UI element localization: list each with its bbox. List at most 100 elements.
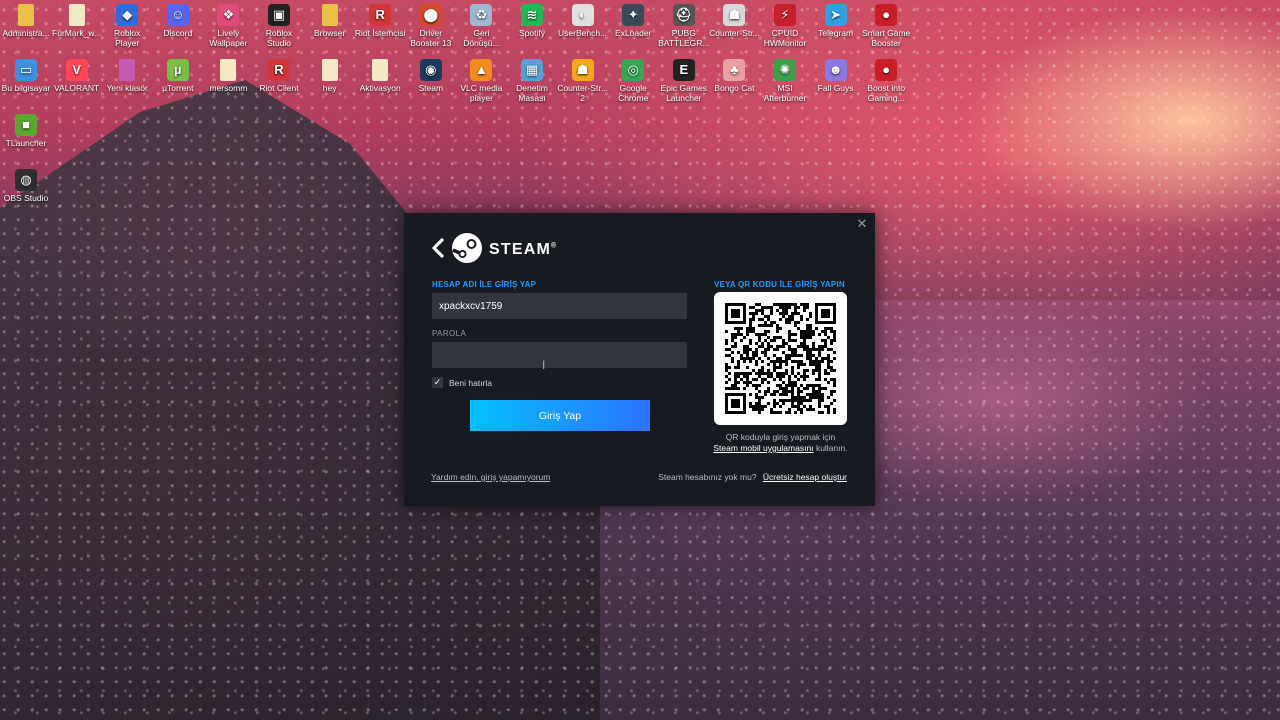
desktop-icon-roblox[interactable]: ◆ Roblox Player (101, 4, 153, 48)
desktop-icon-label: Browser (314, 28, 346, 38)
remember-me-label: Beni hatırla (449, 377, 492, 388)
desktop-icon-label: Yeni klasör (106, 83, 148, 93)
user-folder-icon (18, 4, 34, 26)
desktop-icon-label: Spotify (519, 28, 545, 38)
telegram-icon: ➤ (824, 4, 847, 26)
desktop-icon-steam[interactable]: ◉ Steam (405, 59, 457, 93)
desktop-icon-label: Bongo Cat (714, 83, 755, 93)
desktop-icon-game-booster[interactable]: ● Smart Game Booster (860, 4, 912, 48)
desktop-icon-label: Administra... (2, 28, 50, 38)
create-account-footer: Steam hesabınız yok mu? Ücretsiz hesap o… (658, 472, 847, 482)
desktop-icon-recycle-bin[interactable]: ♻ Geri Dönüşü... (455, 4, 507, 48)
exloader-icon: ✦ (622, 4, 645, 26)
roblox-studio-icon: ▣ (268, 4, 290, 26)
desktop-icon-file[interactable]: hey (304, 59, 356, 93)
desktop-icon-counter-strike[interactable]: ☗ Counter-Str... (708, 4, 760, 38)
password-label: PAROLA (432, 329, 467, 338)
desktop-icon-chrome[interactable]: ◎ Google Chrome (607, 59, 659, 103)
tlauncher-icon: ■ (15, 114, 37, 136)
desktop-icon-roblox-studio[interactable]: ▣ Roblox Studio (253, 4, 305, 48)
desktop-icon-label: Aktivasyon (359, 83, 401, 93)
desktop-icon-label: FurMark_w... (52, 28, 102, 38)
chrome-icon: ◎ (622, 59, 645, 81)
recycle-bin-icon: ♻ (470, 4, 493, 26)
desktop-icon-userbench[interactable]: ◐ UserBench... (557, 4, 609, 38)
desktop-icon-exloader[interactable]: ✦ ExLoader (607, 4, 659, 38)
counter-strike-2-icon: ☗ (571, 59, 594, 81)
desktop-icon-utorrent[interactable]: µ µTorrent (152, 59, 204, 93)
steam-icon: ◉ (419, 59, 442, 81)
desktop-icon-label: ExLoader (614, 28, 652, 38)
account-name-input[interactable] (432, 293, 687, 319)
desktop-icon-user-folder[interactable]: Administra... (0, 4, 52, 38)
desktop-icon-file[interactable]: Aktivasyon (354, 59, 406, 93)
desktop-icon-riot[interactable]: R Riot İstemcisi (354, 4, 406, 38)
steam-mobile-app-link[interactable]: Steam mobil uygulamasını (713, 443, 813, 453)
file-icon (220, 59, 237, 81)
desktop-icon-control-panel[interactable]: ▦ Denetim Masası (506, 59, 558, 103)
desktop-icon-file[interactable]: mersomm (202, 59, 254, 93)
desktop-icon-counter-strike-2[interactable]: ☗ Counter-Str... 2 (557, 59, 609, 103)
epic-games-icon: E (672, 59, 695, 81)
hwmonitor-icon: ⚡ (774, 4, 796, 26)
desktop-icon-label: Fall Guys (817, 83, 854, 93)
desktop-icon-label: Geri Dönüşü... (463, 28, 500, 48)
checkmark-icon[interactable]: ✓ (432, 377, 443, 388)
folder-icon (321, 4, 338, 26)
desktop-icon-folder[interactable]: Browser (304, 4, 356, 38)
desktop-icon-label: Steam (418, 83, 444, 93)
close-icon[interactable]: ✕ (856, 217, 868, 230)
desktop-icon-label: Denetim Masası (516, 83, 548, 103)
desktop-icon-riot-client[interactable]: R Riot Client (253, 59, 305, 93)
desktop-icon-tlauncher[interactable]: ■ TLauncher (0, 114, 52, 148)
file-icon (321, 59, 338, 81)
desktop-icon-file[interactable]: FurMark_w... (51, 4, 103, 38)
desktop-icon-label: Counter-Str... 2 (557, 83, 608, 103)
steam-wordmark: STEAM® (489, 241, 558, 258)
lively-icon: ❖ (217, 4, 240, 26)
back-chevron-icon[interactable] (431, 238, 445, 262)
desktop-icon-folder[interactable]: Yeni klasör (101, 59, 153, 93)
desktop-icon-label: Epic Games Launcher (660, 83, 707, 103)
desktop-icon-obs[interactable]: ◍ OBS Studio (0, 169, 52, 203)
desktop-icon-lively[interactable]: ❖ Lively Wallpaper (202, 4, 254, 48)
obs-icon: ◍ (15, 169, 37, 191)
desktop-icons: Administra... FurMark_w... ◆ Roblox Player ☺… (0, 0, 1280, 210)
userbench-icon: ◐ (571, 4, 594, 26)
desktop-icon-fall-guys[interactable]: ☻ Fall Guys (810, 59, 862, 93)
discord-icon: ☺ (166, 4, 189, 26)
game-booster-icon: ● (875, 4, 898, 26)
desktop-icon-label: Roblox Player (113, 28, 141, 48)
desktop-icon-afterburner[interactable]: ✺ MSI Afterburner (759, 59, 811, 103)
desktop-icon-hwmonitor[interactable]: ⚡ CPUID HWMonitor (759, 4, 811, 48)
riot-icon: R (369, 4, 392, 26)
desktop-icon-driver-booster[interactable]: ⬤ Driver Booster 13 (405, 4, 457, 48)
desktop-icon-label: Telegram (818, 28, 854, 38)
remember-me-checkbox[interactable]: ✓ Beni hatırla (432, 377, 492, 388)
desktop-icon-label: VLC media player (460, 83, 503, 103)
desktop-icon-vlc[interactable]: ▲ VLC media player (455, 59, 507, 103)
desktop-icon-valorant[interactable]: V VALORANT (51, 59, 103, 93)
create-account-link[interactable]: Ücretsiz hesap oluştur (763, 472, 847, 482)
desktop-icon-epic-games[interactable]: E Epic Games Launcher (658, 59, 710, 103)
desktop-icon-spotify[interactable]: ≋ Spotify (506, 4, 558, 38)
desktop-icon-telegram[interactable]: ➤ Telegram (810, 4, 862, 38)
control-panel-icon: ▦ (521, 59, 543, 81)
desktop-icon-label: TLauncher (5, 138, 47, 148)
help-link[interactable]: Yardım edin, giriş yapamıyorum (431, 472, 550, 482)
qr-code-icon (725, 303, 836, 414)
steam-logo-icon (451, 232, 483, 269)
afterburner-icon: ✺ (774, 59, 796, 81)
desktop-icon-boost[interactable]: ● Boost into Gaming... (860, 59, 912, 103)
login-button[interactable]: Giriş Yap (470, 400, 650, 431)
counter-strike-icon: ☗ (723, 4, 746, 26)
desktop-icon-label: PUBG BATTLEGR... (658, 28, 710, 48)
desktop-icon-pubg[interactable]: ⛑ PUBG BATTLEGR... (658, 4, 710, 48)
roblox-icon: ◆ (116, 4, 139, 26)
desktop-icon-discord[interactable]: ☺ Discord (152, 4, 204, 38)
password-input[interactable] (432, 342, 687, 368)
account-name-label: HESAP ADI İLE GİRİŞ YAP (432, 280, 537, 289)
desktop-icon-computer[interactable]: ▭ Bu bilgisayar (0, 59, 52, 93)
pubg-icon: ⛑ (672, 4, 695, 26)
desktop-icon-bongo-cat[interactable]: ♣ Bongo Cat (708, 59, 760, 93)
